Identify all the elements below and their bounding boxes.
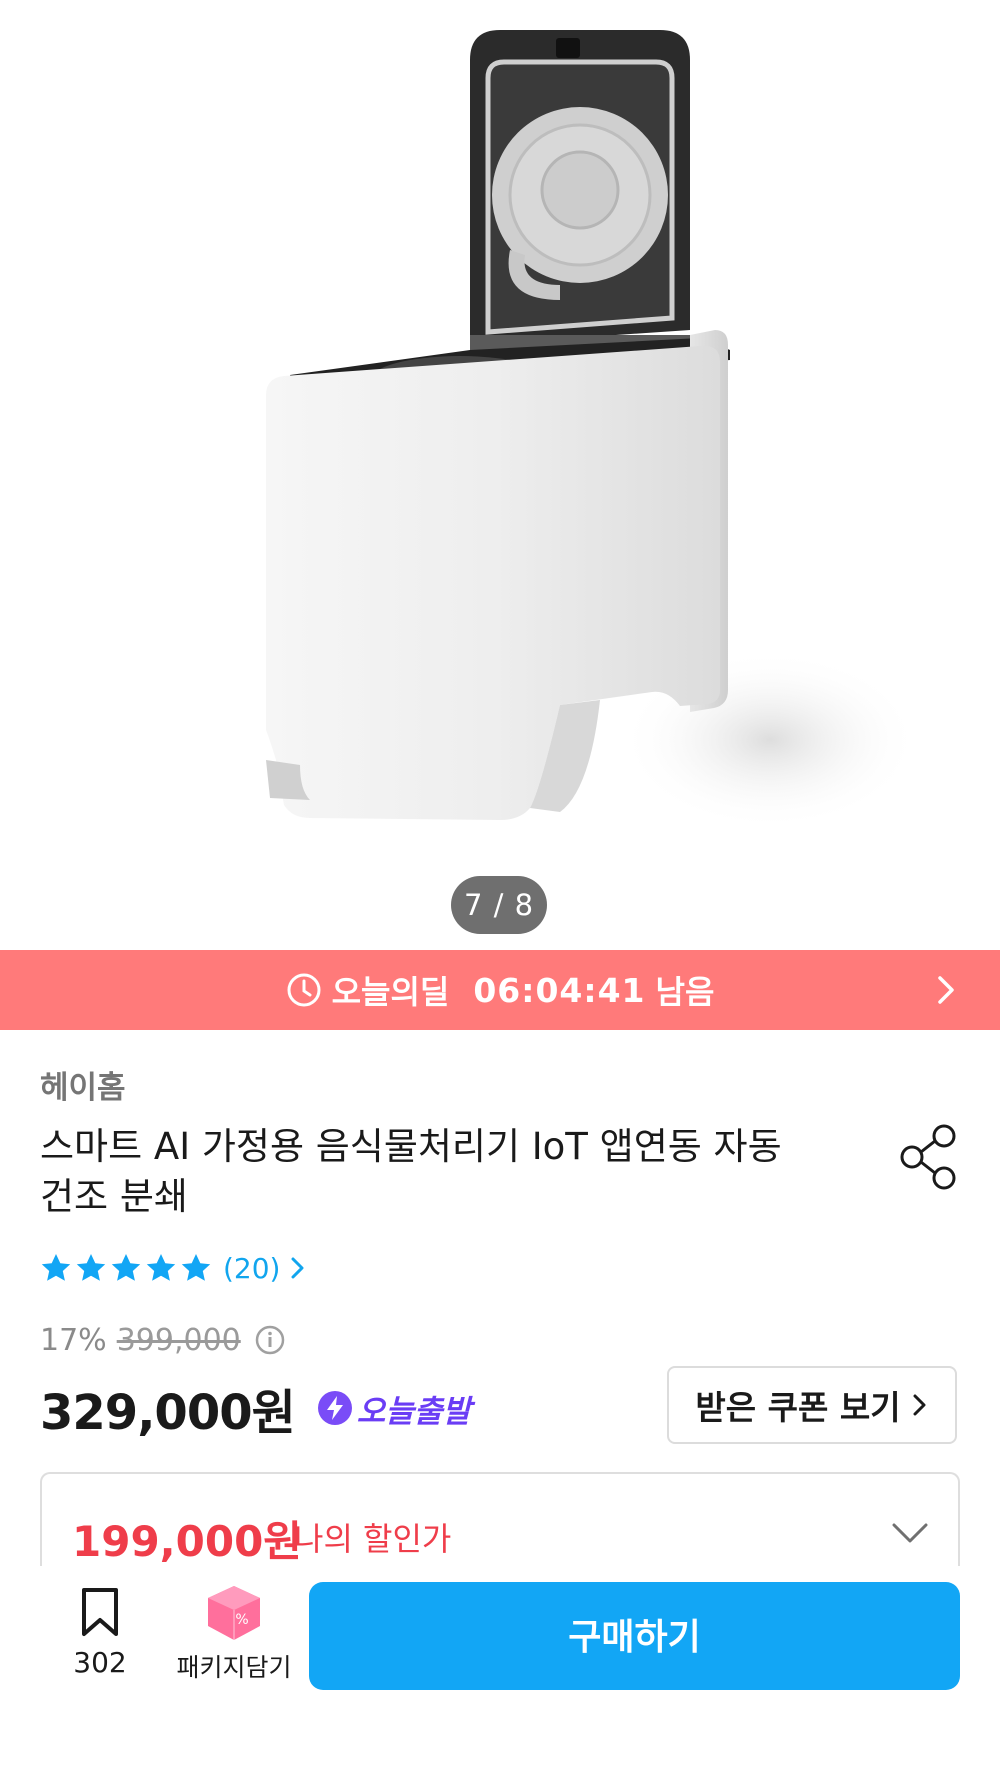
chevron-down-icon[interactable] (890, 1520, 930, 1546)
deal-label: 오늘의딜 (331, 973, 450, 1011)
lightning-bolt-icon (317, 1390, 353, 1426)
star-icon (41, 1254, 71, 1281)
package-label: 패키지담기 (176, 1653, 292, 1682)
image-page-indicator: 7 / 8 (451, 876, 547, 934)
deal-remaining-label: 남음 (655, 973, 715, 1011)
chevron-right-icon (288, 1254, 308, 1282)
original-price: 399,000 (116, 1322, 241, 1358)
bookmark-icon (82, 1588, 118, 1636)
package-box-icon: % (208, 1586, 260, 1640)
star-icon (111, 1254, 141, 1281)
today-deal-banner[interactable]: 오늘의딜 06:04:41 남음 (0, 950, 1000, 1030)
chevron-right-icon (928, 972, 964, 1008)
product-image[interactable]: 7 / 8 (0, 0, 1000, 950)
info-icon[interactable] (255, 1325, 285, 1355)
sale-price: 329,000원 (40, 1385, 296, 1441)
star-icon (181, 1254, 211, 1281)
review-count: (20) (223, 1251, 281, 1285)
bookmark-button[interactable]: 302 (58, 1586, 142, 1679)
today-shipping-badge: 오늘출발 (317, 1386, 471, 1431)
bottom-action-bar: 302 % 패키지담기 구매하기 (0, 1566, 1000, 1790)
rating-summary[interactable]: (20) (40, 1248, 308, 1288)
view-coupons-button[interactable]: 받은 쿠폰 보기 (667, 1366, 957, 1444)
my-discount-label: 나의 할인가 (294, 1520, 452, 1558)
clock-icon (286, 972, 322, 1008)
price-row: 329,000원 오늘출발 (40, 1376, 471, 1441)
chevron-right-icon (913, 1394, 926, 1416)
coupon-button-label: 받은 쿠폰 보기 (695, 1388, 901, 1427)
discount-rate: 17% (40, 1322, 107, 1358)
share-icon[interactable] (900, 1124, 960, 1190)
bookmark-count: 302 (73, 1646, 127, 1679)
buy-button[interactable]: 구매하기 (309, 1582, 960, 1690)
discount-info: 17% 399,000 (40, 1318, 285, 1362)
today-shipping-label: 오늘출발 (356, 1393, 471, 1430)
food-waste-disposer-illustration (266, 30, 920, 830)
my-discount-price: 199,000원 (72, 1517, 302, 1566)
svg-text:%: % (235, 1612, 248, 1628)
star-icon (76, 1254, 106, 1281)
add-to-package-button[interactable]: % 패키지담기 (170, 1584, 298, 1684)
deal-countdown: 06:04:41 (473, 970, 646, 1010)
product-title: 스마트 AI 가정용 음식물처리기 IoT 앱연동 자동 건조 분쇄 (40, 1125, 782, 1218)
star-icon (146, 1254, 176, 1281)
brand-name[interactable]: 헤이홈 (40, 1062, 126, 1107)
star-rating (40, 1252, 215, 1284)
